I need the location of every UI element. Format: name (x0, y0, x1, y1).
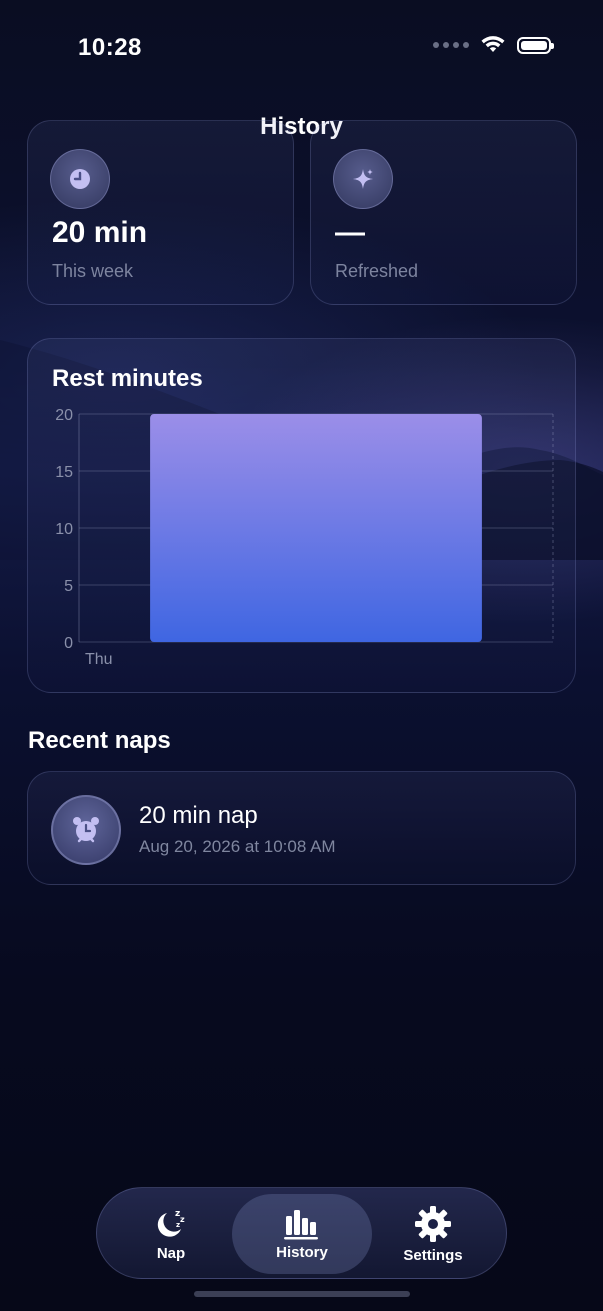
tab-nap[interactable]: z z z Nap (111, 1194, 231, 1274)
status-icons (433, 36, 554, 54)
nap-list-item[interactable]: 20 min nap Aug 20, 2026 at 10:08 AM (27, 771, 576, 885)
bar-chart-icon (284, 1209, 318, 1239)
y-tick-label: 15 (55, 464, 73, 481)
y-tick-label: 20 (55, 407, 73, 424)
cellular-icon (433, 42, 469, 48)
stat-card-this-week: 20 min This week (27, 120, 294, 305)
battery-icon (517, 36, 554, 54)
stat-label: This week (52, 261, 134, 281)
tab-label: Nap (156, 1244, 186, 1262)
gear-icon (415, 1205, 451, 1242)
stat-value: 20 min (52, 216, 148, 249)
tab-label: Settings (403, 1246, 463, 1264)
tab-label: History (276, 1243, 328, 1261)
bar-thu (150, 414, 482, 642)
rest-minutes-chart-card: Rest minutes 0 5 10 15 20 Thu (27, 338, 576, 693)
clock-icon (50, 149, 110, 209)
y-tick-label: 10 (55, 521, 73, 538)
stat-value: — (335, 216, 365, 249)
y-tick-label: 0 (64, 635, 73, 652)
svg-text:z: z (180, 1215, 185, 1224)
tab-bar: z z z Nap History Settings (96, 1187, 507, 1279)
stat-label: Refreshed (335, 261, 419, 281)
tab-history[interactable]: History (232, 1194, 372, 1274)
nap-title: 20 min nap (139, 802, 258, 829)
nap-timestamp: Aug 20, 2026 at 10:08 AM (139, 837, 336, 856)
home-indicator (194, 1291, 410, 1297)
rest-minutes-chart: 0 5 10 15 20 Thu (55, 407, 554, 668)
y-tick-label: 5 (64, 578, 73, 595)
alarm-clock-icon (51, 795, 121, 865)
svg-text:z: z (176, 1221, 180, 1229)
recent-naps-title: Recent naps (28, 727, 171, 754)
moon-zzz-icon: z z z (157, 1209, 185, 1237)
wifi-icon (481, 36, 505, 52)
x-tick-label: Thu (85, 651, 113, 668)
tab-settings[interactable]: Settings (373, 1194, 493, 1274)
status-time: 10:28 (78, 34, 142, 61)
sparkles-icon (333, 149, 393, 209)
stat-card-refreshed: — Refreshed (310, 120, 577, 305)
